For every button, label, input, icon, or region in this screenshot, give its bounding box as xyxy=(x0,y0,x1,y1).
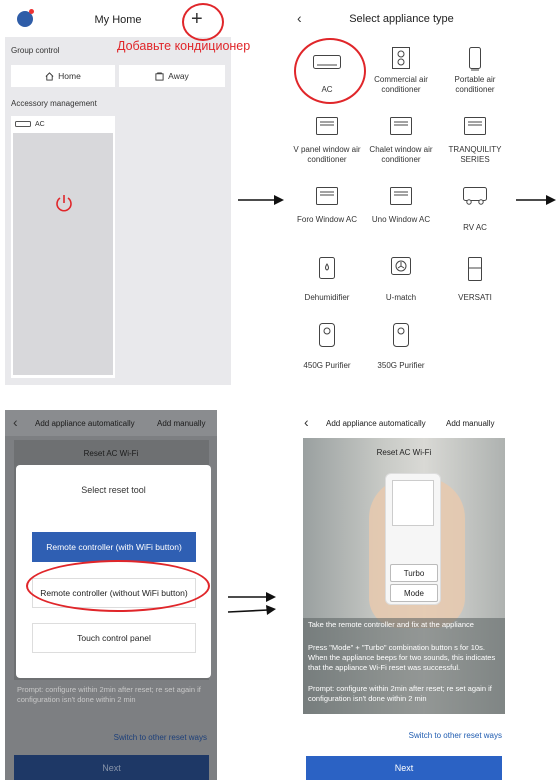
appliance-commercial-ac[interactable]: Commercial air conditioner xyxy=(365,45,437,103)
appliance-label: 350G Purifier xyxy=(377,361,425,370)
home-mode-button[interactable]: Home xyxy=(11,65,115,87)
appliance-rv-ac[interactable]: RV AC xyxy=(439,185,511,243)
back-icon[interactable]: ‹ xyxy=(13,414,18,430)
prompt-text: Prompt: configure within 2min after rese… xyxy=(17,685,201,704)
arrow-right-double-icon xyxy=(227,592,276,615)
appliance-350g-purifier[interactable]: 350G Purifier xyxy=(365,321,437,379)
remote-with-wifi-button[interactable]: Remote controller (with WiFi button) xyxy=(32,532,196,562)
appliance-dehumidifier[interactable]: Dehumidifier xyxy=(291,255,363,313)
appliance-chalet-window-ac[interactable]: Chalet window air conditioner xyxy=(365,115,437,173)
dialog-title: Select reset tool xyxy=(81,485,146,495)
background-title: Reset AC Wi-Fi xyxy=(83,449,139,458)
appliance-u-match[interactable]: U-match xyxy=(365,255,437,313)
annotation-add-ac: Добавьте кондиционер xyxy=(117,39,251,53)
page-title: Reset AC Wi-Fi xyxy=(376,448,432,457)
appliance-label: TRANQUILITY SERIES xyxy=(448,145,502,164)
window-ac-icon xyxy=(464,117,486,135)
window-ac-icon xyxy=(316,117,338,135)
window-ac-icon xyxy=(316,187,338,205)
fan-icon xyxy=(391,257,411,275)
next-button[interactable]: Next xyxy=(14,755,209,780)
back-icon[interactable]: ‹ xyxy=(304,414,309,430)
away-mode-button[interactable]: Away xyxy=(119,65,225,87)
appliance-foro-window-ac[interactable]: Foro Window AC xyxy=(291,185,363,243)
instruction-text-1: Take the remote controller and fix at th… xyxy=(308,620,474,629)
device-card-header: AC xyxy=(11,116,115,132)
accessory-management-label: Accessory management xyxy=(11,99,97,108)
appliance-label: Foro Window AC xyxy=(296,215,358,224)
purifier-icon xyxy=(393,323,409,347)
turbo-button-label: Turbo xyxy=(390,564,438,582)
commercial-ac-icon xyxy=(392,47,410,69)
add-appliance-header: ‹ Add appliance automatically Add manual… xyxy=(298,410,510,436)
appliance-label: VERSATI xyxy=(458,293,492,302)
mode-button-label: Mode xyxy=(390,584,438,602)
appliance-label: Uno Window AC xyxy=(371,215,431,224)
dehumidifier-icon xyxy=(319,257,335,279)
appliance-label: RV AC xyxy=(463,223,487,232)
home-screen: My Home + Group control Home Away Access… xyxy=(5,3,231,385)
tab-add-manually[interactable]: Add manually xyxy=(157,419,205,428)
away-mode-label: Away xyxy=(168,71,189,81)
arrow-right-icon xyxy=(238,195,284,205)
highlight-circle-without-wifi xyxy=(26,560,210,612)
versati-icon xyxy=(468,257,482,281)
appliance-label: Chalet window air conditioner xyxy=(369,145,433,164)
away-icon xyxy=(155,71,164,81)
window-ac-icon xyxy=(390,187,412,205)
purifier-icon xyxy=(319,323,335,347)
ac-icon xyxy=(15,121,31,127)
reset-ac-wifi-screen: ‹ Add appliance automatically Add manual… xyxy=(298,410,510,780)
appliance-tranquility-series[interactable]: TRANQUILITY SERIES xyxy=(439,115,511,173)
appliance-450g-purifier[interactable]: 450G Purifier xyxy=(291,321,363,379)
device-name: AC xyxy=(35,120,45,128)
tab-add-automatically[interactable]: Add appliance automatically xyxy=(35,419,135,428)
instruction-text-2: Press "Mode" + "Turbo" combination butto… xyxy=(308,643,496,672)
appliance-label: 450G Purifier xyxy=(303,361,351,370)
switch-reset-ways-link[interactable]: Switch to other reset ways xyxy=(114,733,207,742)
tab-add-manually[interactable]: Add manually xyxy=(446,419,494,428)
tab-add-automatically[interactable]: Add appliance automatically xyxy=(326,419,426,428)
portable-ac-icon xyxy=(469,47,481,71)
appliance-portable-ac[interactable]: Portable air conditioner xyxy=(439,45,511,103)
home-icon xyxy=(45,71,54,81)
appliance-versati[interactable]: VERSATI xyxy=(439,255,511,313)
remote-screen xyxy=(392,480,434,526)
device-card-body xyxy=(13,133,113,375)
switch-reset-ways-link[interactable]: Switch to other reset ways xyxy=(409,731,502,740)
group-control-label: Group control xyxy=(11,46,60,55)
appliance-v-panel-window-ac[interactable]: V panel window air conditioner xyxy=(291,115,363,173)
next-button[interactable]: Next xyxy=(306,756,502,780)
arrow-right-icon xyxy=(516,195,556,205)
device-card-ac[interactable]: AC xyxy=(11,116,115,378)
highlight-circle-ac xyxy=(294,38,366,104)
prompt-text: Prompt: configure within 2min after rese… xyxy=(308,684,492,703)
touch-control-panel-button[interactable]: Touch control panel xyxy=(32,623,196,653)
appliance-label: Commercial air conditioner xyxy=(374,75,428,94)
add-appliance-header: ‹ Add appliance automatically Add manual… xyxy=(5,410,217,436)
appliance-label: V panel window air conditioner xyxy=(293,145,361,164)
power-icon[interactable] xyxy=(55,193,73,213)
appliance-uno-window-ac[interactable]: Uno Window AC xyxy=(365,185,437,243)
appliance-label: Portable air conditioner xyxy=(454,75,496,94)
appliance-label: U-match xyxy=(385,293,417,302)
home-mode-label: Home xyxy=(58,71,81,81)
appliance-label: Dehumidifier xyxy=(304,293,350,302)
page-title: Select appliance type xyxy=(349,13,454,25)
remote-controller-image: Turbo Mode xyxy=(385,473,441,605)
window-ac-icon xyxy=(390,117,412,135)
highlight-circle-add xyxy=(182,3,224,41)
rv-ac-icon xyxy=(463,187,487,205)
